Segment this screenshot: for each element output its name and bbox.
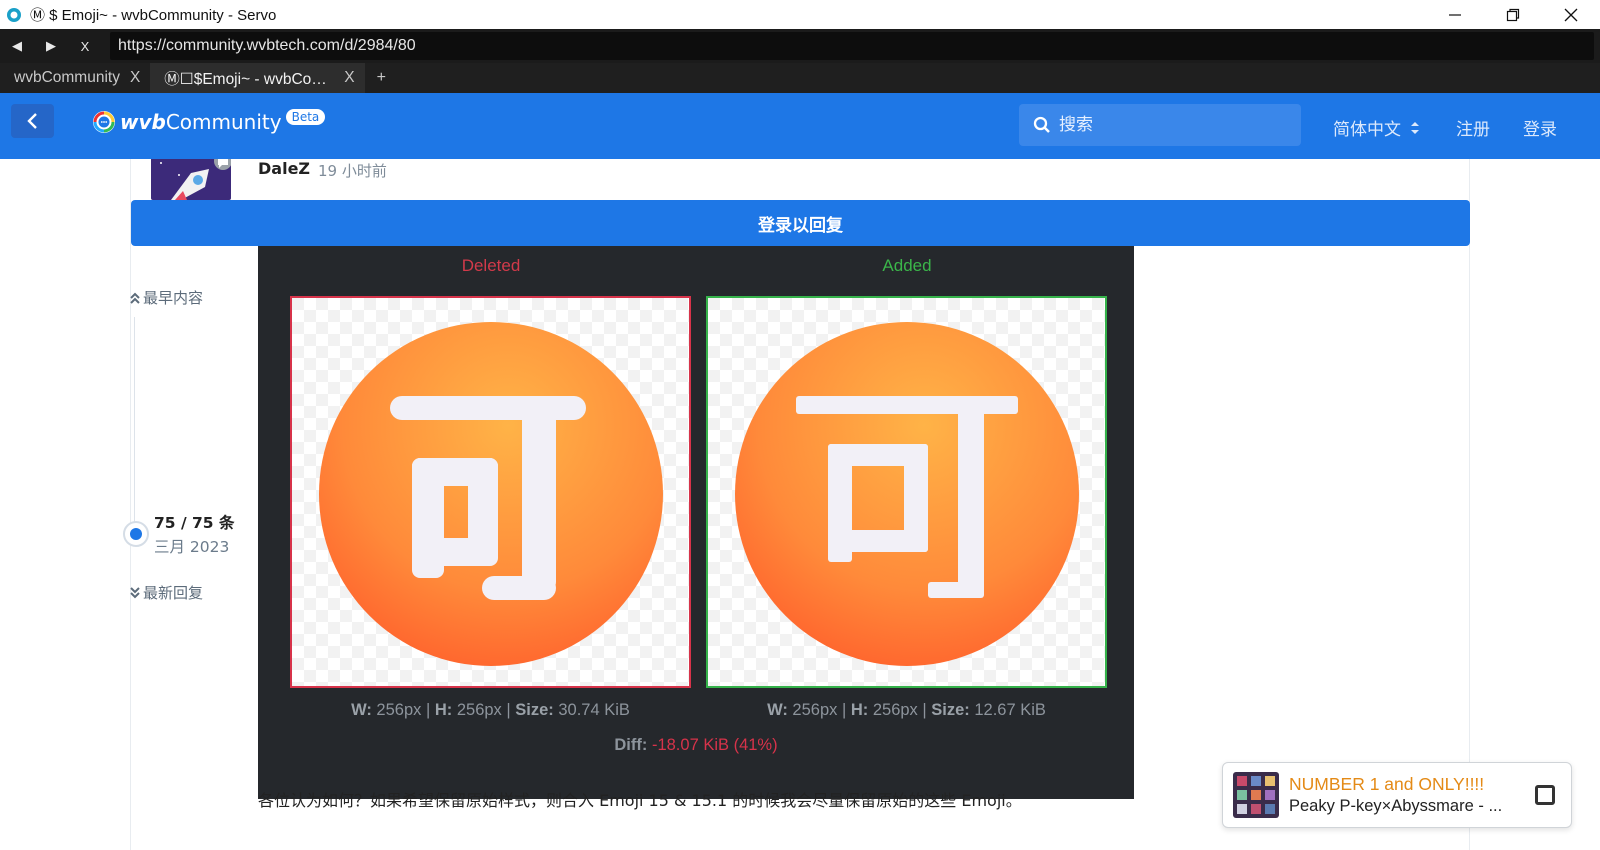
servo-app-icon	[7, 7, 21, 22]
sort-caret-icon	[1411, 121, 1419, 134]
tab-label: wvbCommunity	[14, 69, 120, 86]
added-heading: Added	[882, 256, 932, 275]
login-to-reply-button[interactable]: 登录以回复	[131, 200, 1470, 246]
media-notification[interactable]: NUMBER 1 and ONLY!!!! Peaky P-key×Abyssm…	[1222, 762, 1572, 828]
double-chevron-up-icon	[130, 292, 140, 304]
site-logo[interactable]: wvb Community Beta	[92, 107, 326, 137]
minimize-icon	[1449, 13, 1461, 16]
scrubber-earliest-link[interactable]: 最早内容	[129, 287, 203, 308]
meta-h-value: 256px |	[452, 701, 516, 719]
search-input[interactable]	[1059, 115, 1279, 135]
emoji-ke-icon-old	[292, 298, 689, 686]
meta-w-value: 256px |	[787, 701, 851, 719]
scrubber-track[interactable]	[134, 317, 135, 529]
meta-h-label: H:	[850, 701, 869, 719]
back-nav-button[interactable]: ◀	[0, 29, 34, 63]
search-icon	[1033, 116, 1050, 133]
tab-label: Ⓜ☐$Emoji~ - wvbCommunity - Servo	[164, 71, 334, 88]
window-titlebar: Ⓜ $ Emoji~ - wvbCommunity - Servo	[0, 0, 1600, 29]
stop-square-icon[interactable]	[1535, 785, 1555, 805]
forward-nav-button[interactable]: ▶	[34, 29, 68, 63]
restore-icon	[1506, 8, 1520, 21]
meta-h-label: H:	[434, 701, 453, 719]
diff-label: Diff:	[614, 736, 648, 754]
logo-wvb-text: wvb	[120, 110, 166, 134]
stop-button[interactable]: X	[68, 29, 102, 63]
login-link[interactable]: 登录	[1523, 115, 1557, 140]
tab-wvbcommunity[interactable]: wvbCommunity X	[0, 63, 150, 93]
browser-toolbar: ◀ ▶ X https://community.wvbtech.com/d/29…	[0, 29, 1600, 63]
deleted-emoji-preview	[290, 296, 691, 688]
meta-w-label: W:	[767, 701, 788, 719]
diff-value: -18.07 KiB (41%)	[647, 736, 778, 754]
language-selector[interactable]: 简体中文	[1333, 115, 1421, 140]
notification-subtitle: Peaky P-key×Abyssmare - ...	[1289, 797, 1503, 815]
language-label: 简体中文	[1333, 120, 1401, 140]
post-username[interactable]: DaleZ	[258, 159, 310, 178]
post-body-text: 各位认为如何？如果希望保留原始样式，则合入 Emoji 15 & 15.1 的时…	[258, 791, 1022, 810]
tab-close-button[interactable]: X	[130, 69, 140, 87]
back-to-discussions-button[interactable]	[11, 104, 54, 138]
deleted-heading: Deleted	[461, 256, 521, 275]
meta-size-value: 30.74 KiB	[553, 701, 630, 719]
window-controls	[1426, 0, 1600, 29]
album-art-thumbnail	[1233, 772, 1279, 818]
site-header: wvb Community Beta 简体中文 注册 登录	[0, 93, 1600, 159]
scrubber-latest-label: 最新回复	[143, 584, 204, 602]
emoji-ke-icon-new	[708, 298, 1105, 686]
emoji-diff-image[interactable]: Deleted Added W: 256px | H: 256px | Size…	[258, 246, 1134, 799]
chat-bubble-logo-icon	[93, 111, 115, 133]
tab-strip: wvbCommunity X Ⓜ☐$Emoji~ - wvbCommunity …	[0, 63, 1600, 93]
deleted-image-meta: W: 256px | H: 256px | Size: 30.74 KiB	[290, 701, 691, 720]
scrubber-handle[interactable]	[123, 521, 149, 547]
close-icon	[1564, 8, 1578, 21]
meta-size-label: Size:	[931, 701, 970, 719]
register-link[interactable]: 注册	[1456, 115, 1490, 140]
notification-title: NUMBER 1 and ONLY!!!!	[1289, 774, 1485, 794]
meta-size-value: 12.67 KiB	[969, 701, 1046, 719]
scrubber-earliest-label: 最早内容	[143, 289, 204, 307]
discussion-content: DaleZ 19 小时前 登录以回复 最早内容 75 / 75 条 三月 202…	[0, 159, 1600, 850]
url-input[interactable]: https://community.wvbtech.com/d/2984/80	[110, 32, 1594, 60]
added-emoji-preview	[706, 296, 1107, 688]
scrubber-dot	[130, 528, 142, 540]
new-tab-button[interactable]: +	[365, 69, 398, 87]
rocket-avatar-icon	[151, 159, 231, 200]
scrubber-latest-link[interactable]: 最新回复	[129, 582, 203, 603]
tab-close-button[interactable]: X	[344, 69, 354, 87]
chevron-left-icon	[26, 113, 37, 129]
meta-w-label: W:	[351, 701, 372, 719]
logo-community-text: Community	[165, 110, 282, 134]
window-title: Ⓜ $ Emoji~ - wvbCommunity - Servo	[30, 7, 277, 24]
close-window-button[interactable]	[1542, 0, 1600, 29]
avatar[interactable]	[151, 159, 231, 200]
double-chevron-down-icon	[130, 586, 140, 598]
meta-size-label: Size:	[515, 701, 554, 719]
scrubber-count: 75 / 75 条	[154, 514, 235, 532]
diff-summary: Diff: -18.07 KiB (41%)	[258, 736, 1134, 755]
search-box[interactable]	[1019, 104, 1301, 146]
tab-emoji[interactable]: Ⓜ☐$Emoji~ - wvbCommunity - Servo X	[150, 63, 365, 93]
meta-h-value: 256px |	[868, 701, 932, 719]
restore-button[interactable]	[1484, 0, 1542, 29]
meta-w-value: 256px |	[371, 701, 435, 719]
minimize-button[interactable]	[1426, 0, 1484, 29]
added-image-meta: W: 256px | H: 256px | Size: 12.67 KiB	[706, 701, 1107, 720]
post-time[interactable]: 19 小时前	[318, 160, 387, 181]
beta-badge: Beta	[285, 109, 326, 125]
scrubber-date: 三月 2023	[154, 538, 230, 556]
